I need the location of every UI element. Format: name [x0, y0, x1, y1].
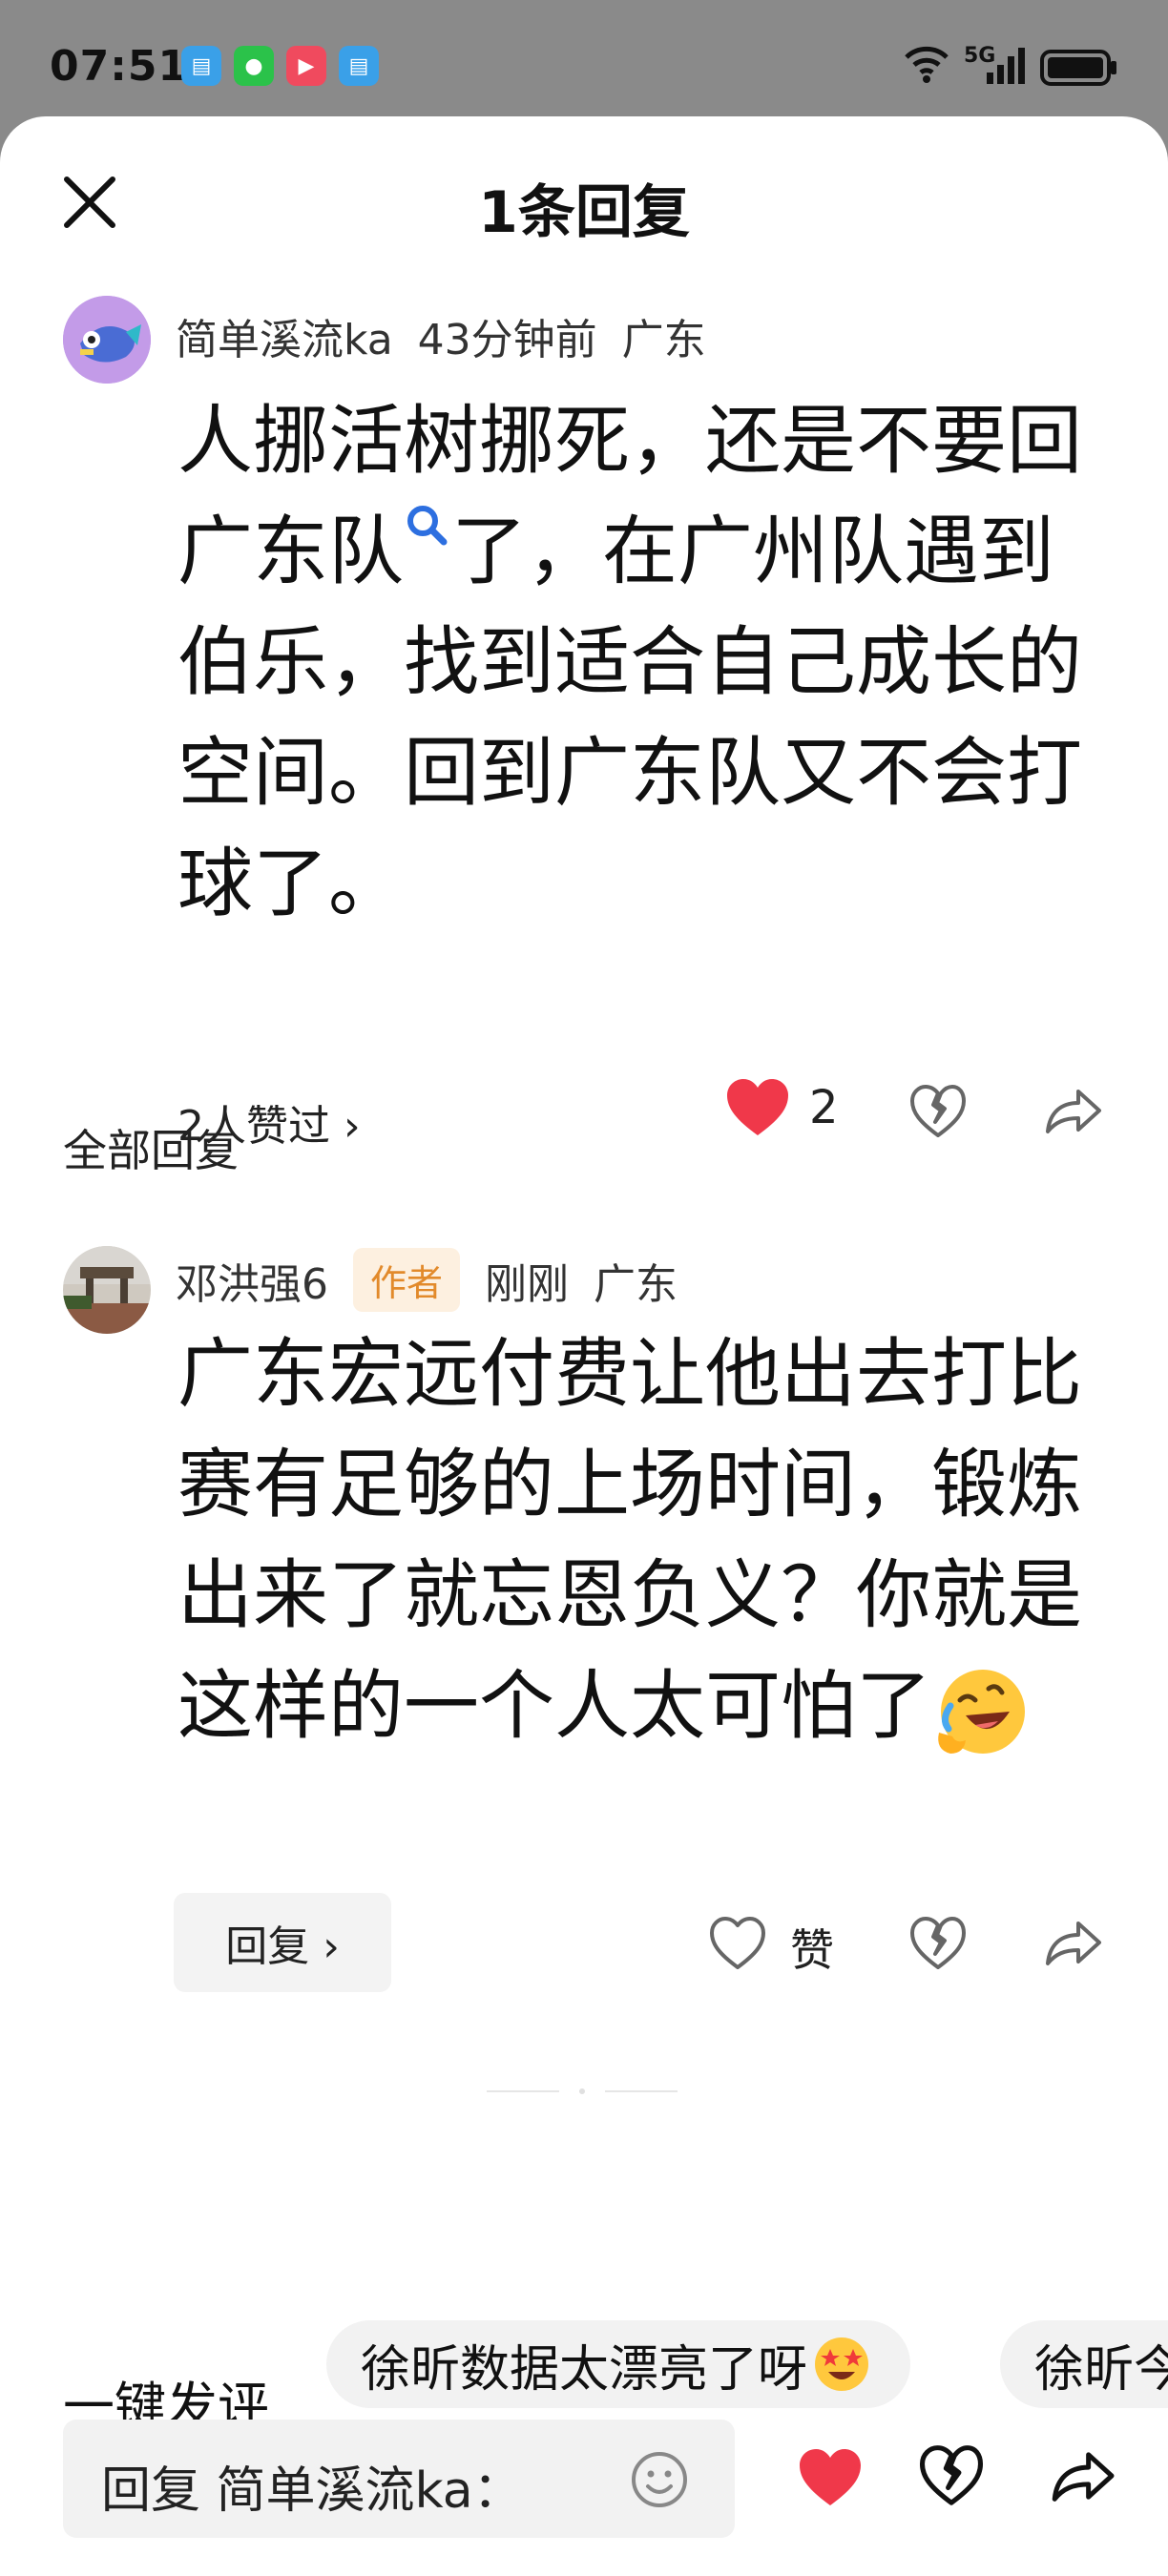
reply-time: 刚刚 — [485, 1259, 570, 1309]
like-label[interactable]: 赞 — [790, 1916, 834, 1979]
status-bar: 07:51 ▤ ● ▶ ▤ 5G — [0, 0, 1168, 114]
avatar[interactable] — [63, 1246, 151, 1334]
chip-text: 徐昕数据太漂亮了呀 — [361, 2340, 808, 2399]
broken-heart-icon[interactable] — [908, 1084, 968, 1139]
rofl-emoji-icon — [938, 1669, 1025, 1754]
comment-username[interactable]: 简单溪流ka — [176, 305, 393, 366]
reply-location: 广东 — [594, 1259, 678, 1309]
section-title: 全部回复 — [63, 1125, 239, 1176]
heart-filled-icon[interactable] — [723, 1076, 792, 1139]
wifi-icon — [905, 46, 949, 83]
sheet-title: 1条回复 — [478, 179, 690, 246]
status-time: 07:51 — [50, 42, 189, 91]
avatar[interactable] — [63, 296, 151, 384]
reply-username[interactable]: 邓洪强6 — [176, 1250, 328, 1311]
like-count: 2 — [809, 1081, 839, 1134]
broken-heart-icon[interactable] — [908, 1916, 968, 1971]
video-app-icon: ▶ — [286, 46, 326, 86]
broken-heart-icon[interactable] — [918, 2444, 985, 2507]
wechat-icon: ● — [234, 46, 274, 86]
reply-sheet: 1条回复 简单溪流ka 43分钟前 广东 人挪活树挪死，还是不要回广东队 了，在广… — [0, 116, 1168, 2576]
signal-icon — [987, 48, 1025, 84]
share-icon[interactable] — [1048, 2446, 1116, 2505]
reader-app-icon: ▤ — [181, 46, 221, 86]
reply-input[interactable]: 回复 简单溪流ka： — [63, 2420, 735, 2538]
emoji-picker-icon[interactable] — [630, 2450, 689, 2509]
reply-text: 广东宏远付费让他出去打比赛有足够的上场时间，锻炼出来了就忘恩负义？你就是这样的一… — [177, 1319, 1113, 1761]
comment-location: 广东 — [621, 316, 706, 364]
heart-filled-icon[interactable] — [796, 2446, 865, 2509]
battery-icon — [1040, 50, 1116, 86]
reader-app-icon-2: ▤ — [339, 46, 379, 86]
reply-button[interactable]: 回复 › — [174, 1893, 391, 1992]
comment-text: 人挪活树挪死，还是不要回广东队 了，在广州队遇到伯乐，找到适合自己成长的空间。回到… — [177, 385, 1113, 939]
reply-meta: 邓洪强6 作者 刚刚 广东 — [176, 1248, 702, 1312]
comment-time: 43分钟前 — [417, 316, 597, 364]
search-link-icon[interactable] — [404, 498, 451, 565]
chip-text: 徐昕今 — [1034, 2340, 1168, 2399]
star-eyes-emoji-icon — [815, 2337, 869, 2391]
quick-comment-chip[interactable]: 徐昕数据太漂亮了呀 — [326, 2320, 910, 2408]
heart-outline-icon[interactable] — [708, 1916, 767, 1971]
share-icon[interactable] — [1042, 1084, 1103, 1137]
share-icon[interactable] — [1042, 1916, 1103, 1969]
end-of-list-divider — [487, 2088, 678, 2094]
quick-comment-chip[interactable]: 徐昕今 — [1000, 2320, 1168, 2408]
reply-input-placeholder: 回复 简单溪流ka： — [101, 2462, 523, 2520]
comment-actions: 2 — [723, 1076, 839, 1139]
author-badge: 作者 — [353, 1248, 461, 1312]
comment-meta: 简单溪流ka 43分钟前 广东 — [176, 305, 731, 366]
